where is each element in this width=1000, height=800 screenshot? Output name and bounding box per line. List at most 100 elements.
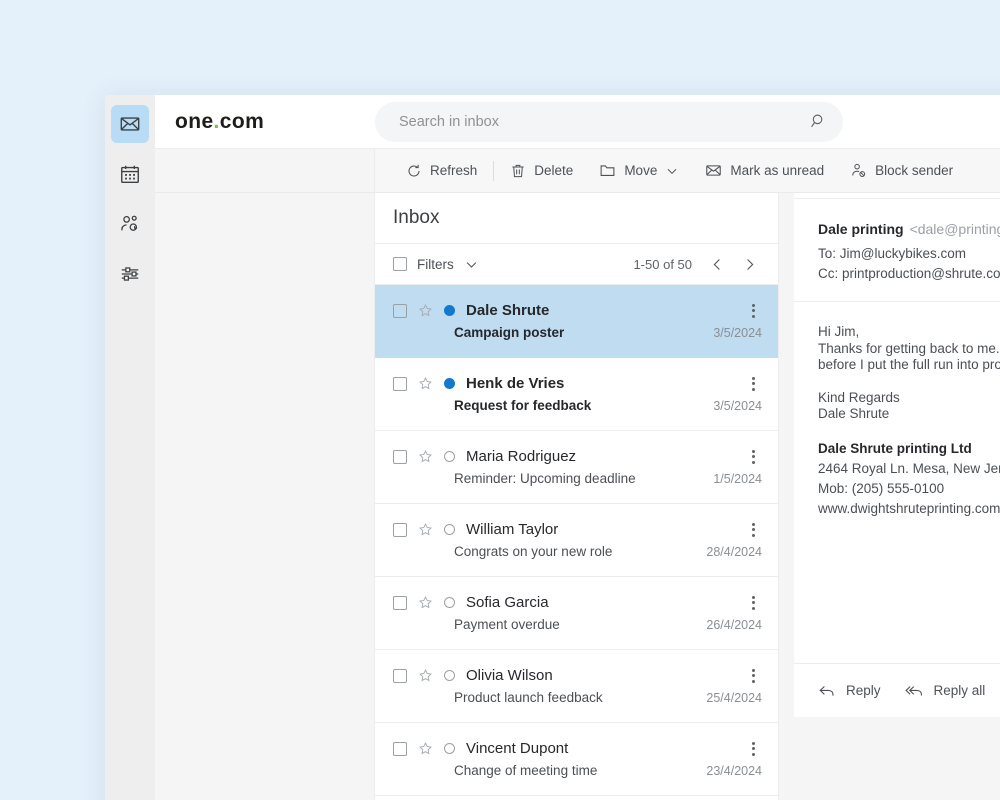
read-status-dot[interactable]: [444, 670, 455, 681]
star-icon[interactable]: [418, 668, 433, 683]
message-date: 28/4/2024: [706, 544, 762, 559]
message-row[interactable]: Dale Shrute Campaign poster 3/5/2024: [375, 285, 778, 358]
rail-item-settings[interactable]: [111, 255, 149, 293]
search-icon[interactable]: [808, 113, 825, 130]
message-checkbox[interactable]: [393, 741, 407, 756]
message-checkbox[interactable]: [393, 449, 407, 464]
message-checkbox[interactable]: [393, 668, 407, 683]
message-sender: Maria Rodriguez: [466, 448, 577, 465]
content-area: Refresh Delete Move Mark as unread Block…: [375, 149, 1000, 800]
message-date: 1/5/2024: [713, 471, 762, 486]
reading-pane-column: Campaign poster Dale printing<dale@print…: [779, 149, 1000, 800]
folder-list: [155, 193, 374, 800]
below-topbar: Refresh Delete Move Mark as unread Block…: [155, 149, 1000, 800]
message-list-column: Refresh Delete Move Mark as unread Block…: [375, 149, 1000, 800]
signature-company: Dale Shrute printing Ltd: [818, 440, 972, 456]
message-menu-button[interactable]: [744, 741, 762, 756]
star-icon[interactable]: [418, 376, 433, 391]
message-menu-button[interactable]: [744, 376, 762, 391]
rail-item-contacts[interactable]: [111, 205, 149, 243]
body-line: Hi Jim,: [818, 324, 860, 339]
search-input[interactable]: [399, 113, 808, 130]
body-line: before I put the full run into productio…: [818, 357, 1000, 372]
action-toolbar: Refresh Delete Move Mark as unread Block…: [375, 149, 1000, 193]
star-icon[interactable]: [418, 303, 433, 318]
message-subject: Payment overdue: [454, 617, 560, 632]
read-status-dot[interactable]: [444, 305, 455, 316]
read-status-dot[interactable]: [444, 524, 455, 535]
mark-as-unread-button[interactable]: Mark as unread: [692, 149, 837, 193]
list-header: Inbox: [375, 193, 778, 243]
signature-address: 2464 Royal Ln. Mesa, New Jersey 45463: [818, 460, 1000, 476]
mail-icon: [119, 113, 141, 135]
block-sender-icon: [850, 162, 867, 179]
message-sender: William Taylor: [466, 521, 559, 538]
message-date: 3/5/2024: [713, 325, 762, 340]
reply-label: Reply: [846, 683, 881, 698]
message-checkbox[interactable]: [393, 376, 407, 391]
message-row[interactable]: Sofia Garcia Payment overdue 26/4/2024: [375, 577, 778, 650]
block-sender-label: Block sender: [875, 163, 954, 178]
message-menu-button[interactable]: [744, 595, 762, 610]
next-page-button[interactable]: [736, 251, 762, 277]
reply-button[interactable]: Reply: [818, 682, 881, 700]
select-all-checkbox[interactable]: [393, 257, 407, 271]
message-date: 25/4/2024: [706, 690, 762, 705]
message-subject: Request for feedback: [454, 398, 592, 413]
previous-page-button[interactable]: [704, 251, 730, 277]
read-status-dot[interactable]: [444, 597, 455, 608]
message-date: 3/5/2024: [713, 398, 762, 413]
message-row[interactable]: Henk de Vries Request for feedback 3/5/202…: [375, 358, 778, 431]
brand-name: one: [175, 109, 214, 133]
message-list: Dale Shrute Campaign poster 3/5/2024 Henk d…: [375, 285, 778, 800]
message-sender: Sofia Garcia: [466, 594, 549, 611]
message-sender: Henk de Vries: [466, 375, 565, 392]
message-menu-button[interactable]: [744, 522, 762, 537]
message-row[interactable]: William Taylor Congrats on your new role 2…: [375, 504, 778, 577]
reply-icon: [818, 682, 836, 700]
block-sender-button[interactable]: Block sender: [837, 149, 966, 193]
message-row[interactable]: Vincent Dupont Change of meeting time 23/4…: [375, 723, 778, 796]
read-status-dot[interactable]: [444, 378, 455, 389]
from-address: <dale@printing.com>: [909, 221, 1000, 237]
message-row[interactable]: Maria Rodriguez Reminder: Upcoming deadli…: [375, 431, 778, 504]
message-subject: Campaign poster: [454, 325, 565, 340]
search-box[interactable]: [375, 101, 843, 142]
star-icon[interactable]: [418, 522, 433, 537]
message-sender: Dale Shrute: [466, 302, 550, 319]
move-label: Move: [624, 163, 658, 178]
reply-all-button[interactable]: Reply all: [904, 682, 985, 700]
app-window: one.com Search in inbox Refresh Delete M…: [105, 95, 1000, 800]
closing-line: Dale Shrute: [818, 406, 890, 421]
settings-sliders-icon: [119, 263, 141, 285]
body-line: Thanks for getting back to me. Could you…: [818, 340, 1000, 356]
message-menu-button[interactable]: [744, 668, 762, 683]
message-checkbox[interactable]: [393, 303, 407, 318]
star-icon[interactable]: [418, 595, 433, 610]
rail-item-calendar[interactable]: [111, 155, 149, 193]
result-count: 1-50 of 50: [633, 256, 692, 272]
star-icon[interactable]: [418, 741, 433, 756]
message-checkbox[interactable]: [393, 522, 407, 537]
search-area: [375, 101, 1000, 142]
delete-label: Delete: [534, 163, 574, 178]
refresh-button[interactable]: Refresh: [393, 149, 490, 193]
refresh-icon: [406, 163, 422, 179]
message-row[interactable]: Olivia Wilson Product launch feedback 25/4…: [375, 650, 778, 723]
reply-all-icon: [904, 682, 924, 700]
message-checkbox[interactable]: [393, 595, 407, 610]
message-menu-button[interactable]: [744, 449, 762, 464]
move-button[interactable]: Move: [586, 149, 692, 193]
rail-item-mail[interactable]: [111, 105, 149, 143]
read-status-dot[interactable]: [444, 743, 455, 754]
star-icon[interactable]: [418, 449, 433, 464]
signature-website: www.dwightshruteprinting.com: [818, 500, 1000, 516]
filters-control[interactable]: Filters: [393, 257, 479, 272]
read-status-dot[interactable]: [444, 451, 455, 462]
delete-button[interactable]: Delete: [497, 149, 586, 193]
message-menu-button[interactable]: [744, 303, 762, 318]
reading-pane: Campaign poster Dale printing<dale@print…: [794, 149, 1000, 717]
message-sender: Olivia Wilson: [466, 667, 553, 684]
chevron-down-icon[interactable]: [464, 257, 479, 272]
